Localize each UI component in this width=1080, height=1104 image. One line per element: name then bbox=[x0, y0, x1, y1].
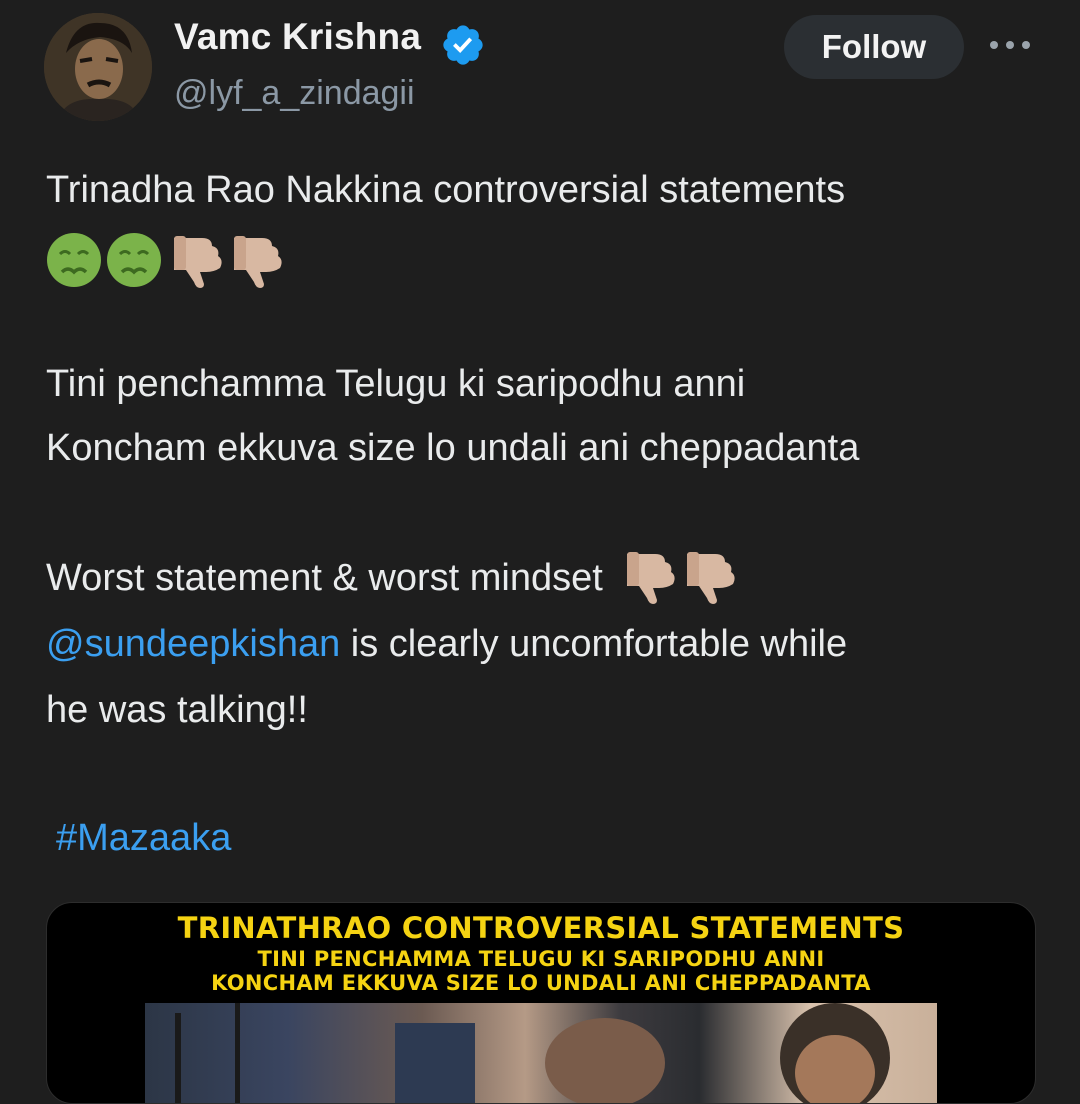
mention-link[interactable]: @sundeepkishan bbox=[46, 623, 340, 665]
thumbs-down-icon bbox=[687, 552, 735, 604]
tweet-header: Vamc Krishna @lyf_a_zindagii Follow bbox=[0, 0, 1080, 130]
display-name[interactable]: Vamc Krishna bbox=[174, 16, 421, 58]
media-title: TRINATHRAO CONTROVERSIAL STATEMENTS bbox=[177, 911, 905, 945]
tweet-line-text: Worst statement & worst mindset bbox=[46, 557, 603, 599]
hashtag-link[interactable]: #Mazaaka bbox=[56, 806, 231, 870]
tweet-line-text: is clearly uncomfortable while bbox=[340, 623, 848, 665]
tweet-line: @sundeepkishan is clearly uncomfortable … bbox=[46, 612, 847, 676]
follow-button[interactable]: Follow bbox=[784, 15, 964, 79]
verified-badge-icon bbox=[443, 25, 483, 65]
tweet-line: Koncham ekkuva size lo undali ani cheppa… bbox=[46, 427, 860, 469]
nauseated-face-icon bbox=[107, 233, 161, 287]
thumbs-down-icon bbox=[627, 552, 675, 604]
tweet-line: Worst statement & worst mindset bbox=[46, 546, 739, 610]
tweet-line: Trinadha Rao Nakkina controversial state… bbox=[46, 169, 846, 211]
video-frame bbox=[145, 1003, 937, 1103]
media-subtitle: KONCHAM EKKUVA SIZE LO UNDALI ANI CHEPPA… bbox=[211, 971, 871, 995]
user-handle[interactable]: @lyf_a_zindagii bbox=[174, 74, 415, 113]
thumbs-down-icon bbox=[234, 236, 282, 288]
tweet-line: Tini penchamma Telugu ki saripodhu anni bbox=[46, 363, 746, 405]
avatar[interactable] bbox=[44, 13, 152, 121]
more-options-icon[interactable] bbox=[990, 36, 1034, 54]
media-subtitle: TINI PENCHAMMA TELUGU KI SARIPODHU ANNI bbox=[257, 947, 825, 971]
nauseated-face-icon bbox=[47, 233, 101, 287]
media-attachment[interactable]: TRINATHRAO CONTROVERSIAL STATEMENTS TINI… bbox=[46, 902, 1036, 1104]
thumbs-down-icon bbox=[174, 236, 222, 288]
tweet-line: he was talking!! bbox=[46, 689, 308, 731]
